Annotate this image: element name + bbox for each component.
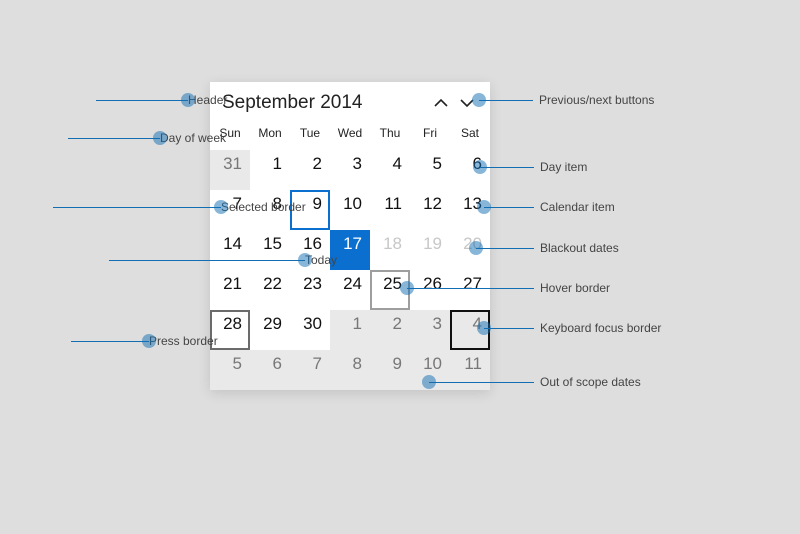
callout-label: Blackout dates — [540, 241, 619, 255]
callout-label: Keyboard focus border — [540, 321, 661, 335]
callout-dayitem: Day item — [480, 160, 587, 174]
day-cell[interactable]: 7 — [290, 350, 330, 390]
callout-header: Header — [90, 93, 227, 107]
day-cell[interactable]: 9 — [370, 350, 410, 390]
day-cell[interactable]: 3 — [330, 150, 370, 190]
callout-prevnext: Previous/next buttons — [479, 93, 654, 107]
callout-label: Out of scope dates — [540, 375, 641, 389]
callout-label: Previous/next buttons — [539, 93, 654, 107]
callout-label: Day item — [540, 160, 587, 174]
calendar-view: September 2014 SunMonTueWedThuFriSat 311… — [210, 82, 490, 390]
day-cell[interactable]: 18 — [370, 230, 410, 270]
dow-cell: Thu — [370, 124, 410, 146]
day-cell[interactable]: 10 — [330, 190, 370, 230]
callout-label: Hover border — [540, 281, 610, 295]
day-grid: 3112345678910111213141516171819202122232… — [210, 150, 490, 390]
dow-cell: Sat — [450, 124, 490, 146]
day-cell[interactable]: 4 — [370, 150, 410, 190]
chevron-up-icon — [433, 95, 449, 111]
header-title[interactable]: September 2014 — [222, 92, 428, 114]
day-cell[interactable]: 22 — [250, 270, 290, 310]
day-cell[interactable]: 5 — [210, 350, 250, 390]
callout-focus: Keyboard focus border — [484, 321, 661, 335]
dow-cell: Mon — [250, 124, 290, 146]
day-cell[interactable]: 2 — [290, 150, 330, 190]
day-cell[interactable]: 1 — [330, 310, 370, 350]
callout-label: Calendar item — [540, 200, 615, 214]
callout-label: Day of week — [160, 131, 226, 145]
callout-label: Selected border — [221, 200, 306, 214]
day-cell[interactable]: 1 — [250, 150, 290, 190]
callout-press: Press border — [65, 334, 218, 348]
dow-cell: Wed — [330, 124, 370, 146]
day-cell[interactable]: 29 — [250, 310, 290, 350]
callout-label: Press border — [149, 334, 218, 348]
day-cell[interactable]: 5 — [410, 150, 450, 190]
day-cell[interactable]: 2 — [370, 310, 410, 350]
day-cell[interactable]: 11 — [370, 190, 410, 230]
prev-month-button[interactable] — [428, 90, 454, 116]
day-cell[interactable]: 6 — [250, 350, 290, 390]
day-cell[interactable]: 12 — [410, 190, 450, 230]
callout-hover: Hover border — [407, 281, 610, 295]
day-cell[interactable]: 23 — [290, 270, 330, 310]
callout-selected: Selected border — [47, 200, 306, 214]
day-cell[interactable]: 24 — [330, 270, 370, 310]
calendar-header: September 2014 — [210, 82, 490, 124]
callout-today: Today — [103, 253, 337, 267]
dow-cell: Tue — [290, 124, 330, 146]
day-cell[interactable]: 3 — [410, 310, 450, 350]
dow-cell: Fri — [410, 124, 450, 146]
day-cell[interactable]: 19 — [410, 230, 450, 270]
callout-dow: Day of week — [62, 131, 226, 145]
day-cell[interactable]: 8 — [330, 350, 370, 390]
day-cell[interactable]: 31 — [210, 150, 250, 190]
callout-blackout: Blackout dates — [476, 241, 619, 255]
day-of-week-row: SunMonTueWedThuFriSat — [210, 124, 490, 150]
callout-outofscope: Out of scope dates — [429, 375, 641, 389]
day-cell[interactable]: 30 — [290, 310, 330, 350]
callout-calitem: Calendar item — [484, 200, 615, 214]
day-cell[interactable]: 21 — [210, 270, 250, 310]
